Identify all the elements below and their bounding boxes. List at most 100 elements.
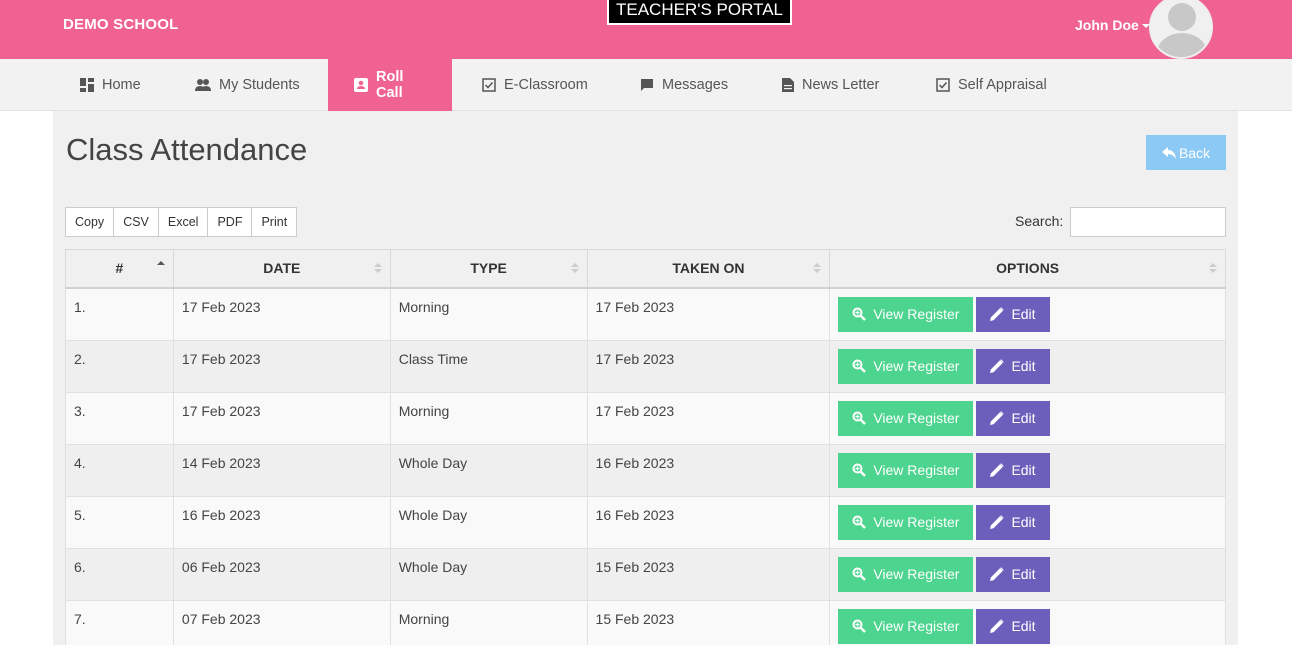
view-register-label: View Register [873,514,960,530]
row-date: 06 Feb 2023 [172,547,391,601]
row-taken-on: 16 Feb 2023 [586,495,831,549]
row-type: Whole Day [389,547,588,601]
table-row: 6. 06 Feb 2023 Whole Day 15 Feb 2023 View Re… [65,547,1226,601]
nav-label: Self Appraisal [958,77,1047,93]
nav-label: Messages [662,77,729,93]
edit-button[interactable]: Edit [976,400,1050,436]
pencil-icon [990,567,1005,581]
checkbox-icon [936,78,950,92]
edit-label: Edit [1011,462,1036,478]
view-register-button[interactable]: View Register [838,348,974,384]
row-type: Class Time [389,339,588,393]
excel-button[interactable]: Excel [157,207,209,237]
back-label: Back [1178,144,1211,161]
view-register-button[interactable]: View Register [838,504,974,540]
view-register-label: View Register [873,566,960,582]
edit-label: Edit [1011,514,1036,530]
nav-label: My Students [219,77,300,93]
column-header-type[interactable]: TYPE [389,249,588,289]
row-type: Morning [389,287,588,341]
search-label: Search: [1015,213,1064,229]
row-options: View Register Edit [829,547,1226,601]
table-row: 2. 17 Feb 2023 Class Time 17 Feb 2023 View R… [65,339,1226,393]
sort-icon [1209,263,1217,275]
nav-news-letter[interactable]: News Letter [782,59,879,111]
nav-self-appraisal[interactable]: Self Appraisal [936,59,1047,111]
avatar[interactable] [1149,0,1213,59]
row-options: View Register Edit [829,339,1226,393]
zoom-in-icon [852,619,867,633]
sort-icon [373,263,382,275]
edit-button[interactable]: Edit [976,296,1050,332]
row-options: View Register Edit [829,287,1226,341]
edit-button[interactable]: Edit [976,452,1050,488]
column-header-number[interactable]: # [65,249,174,289]
copy-button[interactable]: Copy [65,207,115,237]
edit-button[interactable]: Edit [976,504,1050,540]
sort-icon [813,263,822,275]
pencil-icon [990,619,1005,633]
edit-button[interactable]: Edit [976,348,1050,384]
edit-label: Edit [1011,618,1036,634]
row-taken-on: 17 Feb 2023 [586,287,831,341]
print-button[interactable]: Print [251,207,298,237]
row-type: Whole Day [389,443,588,497]
nav-my-students[interactable]: My Students [195,59,300,111]
sort-icon [570,263,579,275]
table-row: 3. 17 Feb 2023 Morning 17 Feb 2023 View Regi… [65,391,1226,445]
reply-arrow-icon [1161,146,1176,159]
edit-label: Edit [1011,358,1036,374]
nav-home[interactable]: Home [80,59,141,111]
row-number: 3. [65,391,174,445]
zoom-in-icon [852,515,867,529]
people-icon [195,78,211,92]
column-header-options[interactable]: OPTIONS [829,249,1226,289]
csv-button[interactable]: CSV [113,207,159,237]
zoom-in-icon [852,411,867,425]
export-buttons: Copy CSV Excel PDF Print [65,207,298,237]
view-register-button[interactable]: View Register [838,452,974,488]
pencil-icon [990,359,1005,373]
zoom-in-icon [852,567,867,581]
checkbox-icon [482,78,496,92]
view-register-button[interactable]: View Register [838,556,974,592]
row-date: 07 Feb 2023 [172,599,391,645]
nav-label: E-Classroom [504,77,588,93]
view-register-label: View Register [873,358,960,374]
column-header-taken-on[interactable]: TAKEN ON [586,249,831,289]
sort-asc-icon [156,261,165,273]
nav-label: Home [102,77,141,93]
view-register-button[interactable]: View Register [838,400,974,436]
zoom-in-icon [852,463,867,477]
row-date: 14 Feb 2023 [172,443,391,497]
pencil-icon [990,411,1005,425]
search-input[interactable] [1070,207,1226,237]
nav-e-classroom[interactable]: E-Classroom [482,59,588,111]
page-title: Class Attendance [66,132,308,167]
row-date: 17 Feb 2023 [172,339,391,393]
row-taken-on: 17 Feb 2023 [586,339,831,393]
nav-roll-call[interactable]: Roll Call [328,59,452,111]
nav-messages[interactable]: Messages [640,59,728,111]
row-number: 1. [65,287,174,341]
view-register-label: View Register [873,618,960,634]
nav-label: Roll Call [376,69,404,101]
row-options: View Register Edit [829,495,1226,549]
row-options: View Register Edit [829,391,1226,445]
edit-button[interactable]: Edit [976,556,1050,592]
edit-button[interactable]: Edit [976,608,1050,644]
view-register-label: View Register [873,306,960,322]
table-row: 5. 16 Feb 2023 Whole Day 16 Feb 2023 View Re… [65,495,1226,549]
user-menu[interactable]: John Doe [1075,17,1150,33]
table-row: 4. 14 Feb 2023 Whole Day 16 Feb 2023 View Re… [65,443,1226,497]
view-register-button[interactable]: View Register [838,608,974,644]
row-date: 16 Feb 2023 [172,495,391,549]
row-number: 4. [65,443,174,497]
pdf-button[interactable]: PDF [207,207,253,237]
pencil-icon [990,515,1005,529]
row-date: 17 Feb 2023 [172,287,391,341]
brand-name[interactable]: DEMO SCHOOL [63,16,179,33]
view-register-button[interactable]: View Register [838,296,974,332]
back-button[interactable]: Back [1146,135,1226,170]
column-header-date[interactable]: DATE [172,249,391,289]
